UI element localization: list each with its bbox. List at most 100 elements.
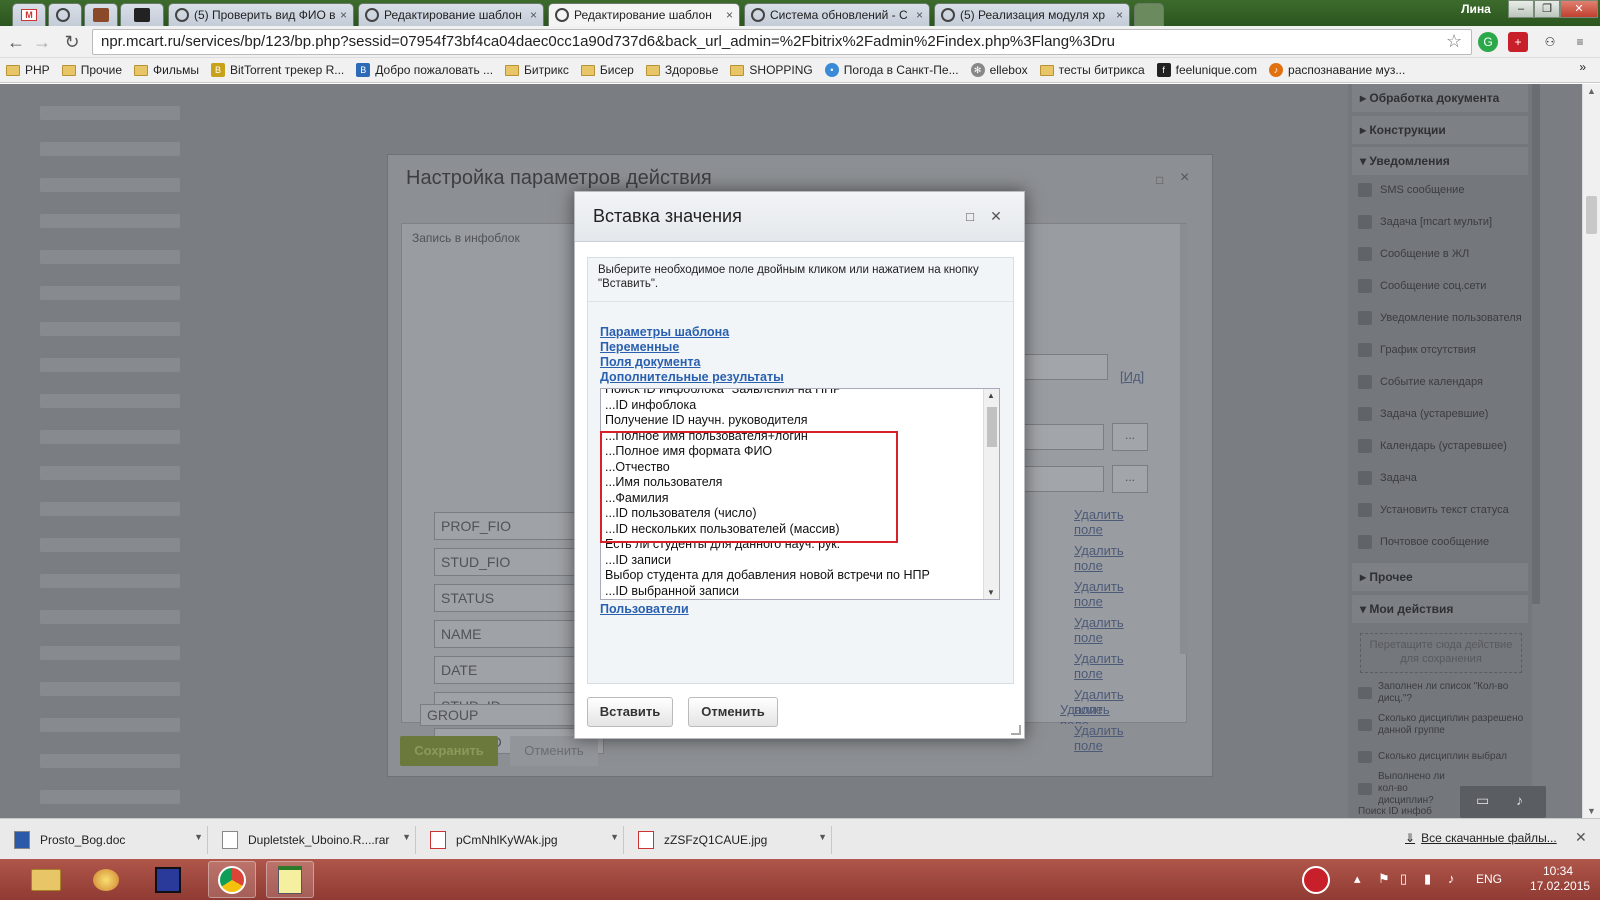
panel-scrollbar[interactable] <box>1532 84 1540 604</box>
signal-icon[interactable]: ▮ <box>1424 871 1431 887</box>
tab-pinned-4[interactable] <box>120 3 164 26</box>
bookmark-link[interactable]: В Добро пожаловать ... <box>356 63 493 77</box>
action-calendar-legacy[interactable]: Календарь (устаревшее) <box>1352 431 1528 461</box>
action-sms[interactable]: SMS сообщение <box>1352 175 1528 205</box>
list-item[interactable]: Получение ID научн. руководителя <box>605 413 979 429</box>
tab-check-fio[interactable]: (5) Проверить вид ФИО в × <box>168 3 354 26</box>
link-users[interactable]: Пользователи <box>600 602 689 616</box>
link-additional-results[interactable]: Дополнительные результаты <box>600 370 784 384</box>
resize-grip-icon[interactable] <box>1011 725 1021 735</box>
section-document-processing[interactable]: ▸ Обработка документа <box>1352 84 1528 112</box>
chevron-down-icon[interactable]: ▼ <box>402 832 411 842</box>
bookmark-folder[interactable]: Здоровье <box>645 63 718 77</box>
close-icon[interactable]: × <box>1116 8 1123 22</box>
scroll-up-icon[interactable]: ▲ <box>1587 86 1596 96</box>
notification-widget[interactable]: ▭ ♪ <box>1460 786 1546 818</box>
show-all-downloads-link[interactable]: ⇓ Все скачанные файлы... <box>1405 831 1557 845</box>
close-icon[interactable]: × <box>1180 169 1189 187</box>
back-icon[interactable]: ← <box>4 30 28 54</box>
system-clock[interactable]: 10:34 17.02.2015 <box>1530 864 1590 894</box>
save-disk-icon[interactable] <box>144 861 192 898</box>
section-notifications[interactable]: ▾ Уведомления <box>1352 147 1528 175</box>
bookmark-link[interactable]: f feelunique.com <box>1156 63 1257 77</box>
delete-field-link[interactable]: Удалить поле <box>1060 702 1120 724</box>
explorer-icon[interactable] <box>22 861 70 898</box>
bookmarks-overflow-icon[interactable]: » <box>1579 60 1586 74</box>
chevron-down-icon[interactable]: ▼ <box>818 832 827 842</box>
new-tab-button[interactable] <box>1134 3 1164 26</box>
my-action-item[interactable]: Выполнено ли кол-во дисциплин? <box>1352 771 1452 806</box>
maximize-icon[interactable]: □ <box>1156 173 1163 187</box>
tab-edit-template-1[interactable]: Редактирование шаблон × <box>358 3 544 26</box>
chevron-down-icon[interactable]: ▼ <box>194 832 203 842</box>
download-item[interactable]: pCmNhlKyWAk.jpg ▼ <box>420 826 624 854</box>
bookmark-folder[interactable]: PHP <box>6 63 50 77</box>
chrome-icon[interactable] <box>208 861 256 898</box>
my-action-item[interactable]: Заполнен ли список "Кол-во дисц."? <box>1352 680 1528 706</box>
bookmark-folder[interactable]: Прочие <box>61 63 122 77</box>
close-icon[interactable]: ✕ <box>1575 829 1587 846</box>
chevron-down-icon[interactable]: ▼ <box>610 832 619 842</box>
section-my-actions[interactable]: ▾ Мои действия <box>1352 595 1528 623</box>
maximize-icon[interactable]: □ <box>963 210 977 224</box>
scroll-down-icon[interactable]: ▼ <box>1587 806 1596 816</box>
link-template-params[interactable]: Параметры шаблона <box>600 325 729 339</box>
list-item[interactable]: ...ID инфоблока <box>605 398 979 414</box>
scroll-down-icon[interactable]: ▼ <box>987 588 995 597</box>
download-item[interactable]: zZSFzQ1CAUE.jpg ▼ <box>628 826 832 854</box>
tab-pinned-3[interactable] <box>84 3 118 26</box>
download-item[interactable]: Prosto_Bog.doc ▼ <box>4 826 208 854</box>
language-indicator[interactable]: ENG <box>1476 872 1502 886</box>
scroll-thumb[interactable] <box>987 407 997 447</box>
tray-app-icon[interactable] <box>1292 861 1340 898</box>
section-constructions[interactable]: ▸ Конструкции <box>1352 116 1528 144</box>
cancel-button[interactable]: Отменить <box>688 697 778 727</box>
dialog-scrollbar[interactable] <box>1180 224 1188 654</box>
delete-field-link[interactable]: Удалить поле <box>1074 651 1134 681</box>
text-input[interactable] <box>1012 354 1108 380</box>
section-other[interactable]: ▸ Прочее <box>1352 563 1528 591</box>
forward-icon[interactable]: → <box>30 30 54 54</box>
action-set-status-text[interactable]: Установить текст статуса <box>1352 495 1528 525</box>
paint-icon[interactable] <box>82 861 130 898</box>
page-scrollbar[interactable]: ▲ ▼ <box>1582 84 1600 818</box>
drop-zone-hint[interactable]: Перетащите сюда действие для сохранения <box>1360 633 1522 673</box>
list-item[interactable]: Поиск ID инфоблока "Заявления на НПР" <box>605 389 979 398</box>
tab-edit-template-2[interactable]: Редактирование шаблон × <box>548 3 740 26</box>
chat-icon[interactable]: ▭ <box>1476 792 1489 809</box>
bookmark-folder[interactable]: Бисер <box>580 63 634 77</box>
action-absence-chart[interactable]: График отсутствия <box>1352 335 1528 365</box>
tab-pinned-gmail[interactable]: M <box>12 3 46 26</box>
device-icon[interactable]: ▯ <box>1400 871 1407 887</box>
menu-icon[interactable]: ≡ <box>1570 32 1590 52</box>
scroll-up-icon[interactable]: ▲ <box>987 391 995 400</box>
address-bar[interactable]: npr.mcart.ru/services/bp/123/bp.php?sess… <box>92 29 1472 55</box>
action-social-message[interactable]: Сообщение соц.сети <box>1352 271 1528 301</box>
list-item[interactable]: Выбор студента для добавления новой встр… <box>605 568 979 584</box>
restore-button[interactable]: ❐ <box>1534 0 1560 18</box>
link-variables[interactable]: Переменные <box>600 340 679 354</box>
bookmark-link[interactable]: ♪ распознавание муз... <box>1269 63 1405 77</box>
browse-button[interactable]: ... <box>1112 465 1148 493</box>
link-document-fields[interactable]: Поля документа <box>600 355 700 369</box>
cancel-button[interactable]: Отменить <box>510 736 598 766</box>
close-icon[interactable]: × <box>916 8 923 22</box>
my-action-item[interactable]: Сколько дисциплин разрешено данной групп… <box>1352 712 1528 738</box>
download-item[interactable]: Dupletstek_Uboino.R....rar ▼ <box>212 826 416 854</box>
delete-field-link[interactable]: Удалить поле <box>1074 543 1134 573</box>
tab-module-impl[interactable]: (5) Реализация модуля хр × <box>934 3 1130 26</box>
list-item[interactable]: ...ID записи <box>605 553 979 569</box>
action-task[interactable]: Задача <box>1352 463 1528 493</box>
listbox-scrollbar[interactable]: ▲ ▼ <box>983 389 999 599</box>
bell-icon[interactable]: ♪ <box>1516 792 1523 808</box>
tab-update-system[interactable]: Система обновлений - С × <box>744 3 930 26</box>
flag-icon[interactable]: ⚑ <box>1378 871 1390 887</box>
action-user-notification[interactable]: Уведомление пользователя <box>1352 303 1528 333</box>
id-link[interactable]: [Ид] <box>1120 369 1144 384</box>
extension-green-icon[interactable]: G <box>1478 32 1498 52</box>
bookmark-folder[interactable]: Фильмы <box>134 63 199 77</box>
browse-button[interactable]: ... <box>1112 423 1148 451</box>
extension-network-icon[interactable]: ⚇ <box>1540 32 1560 52</box>
list-item[interactable]: ...ID выбранной записи <box>605 584 979 600</box>
delete-field-link[interactable]: Удалить поле <box>1074 615 1134 645</box>
